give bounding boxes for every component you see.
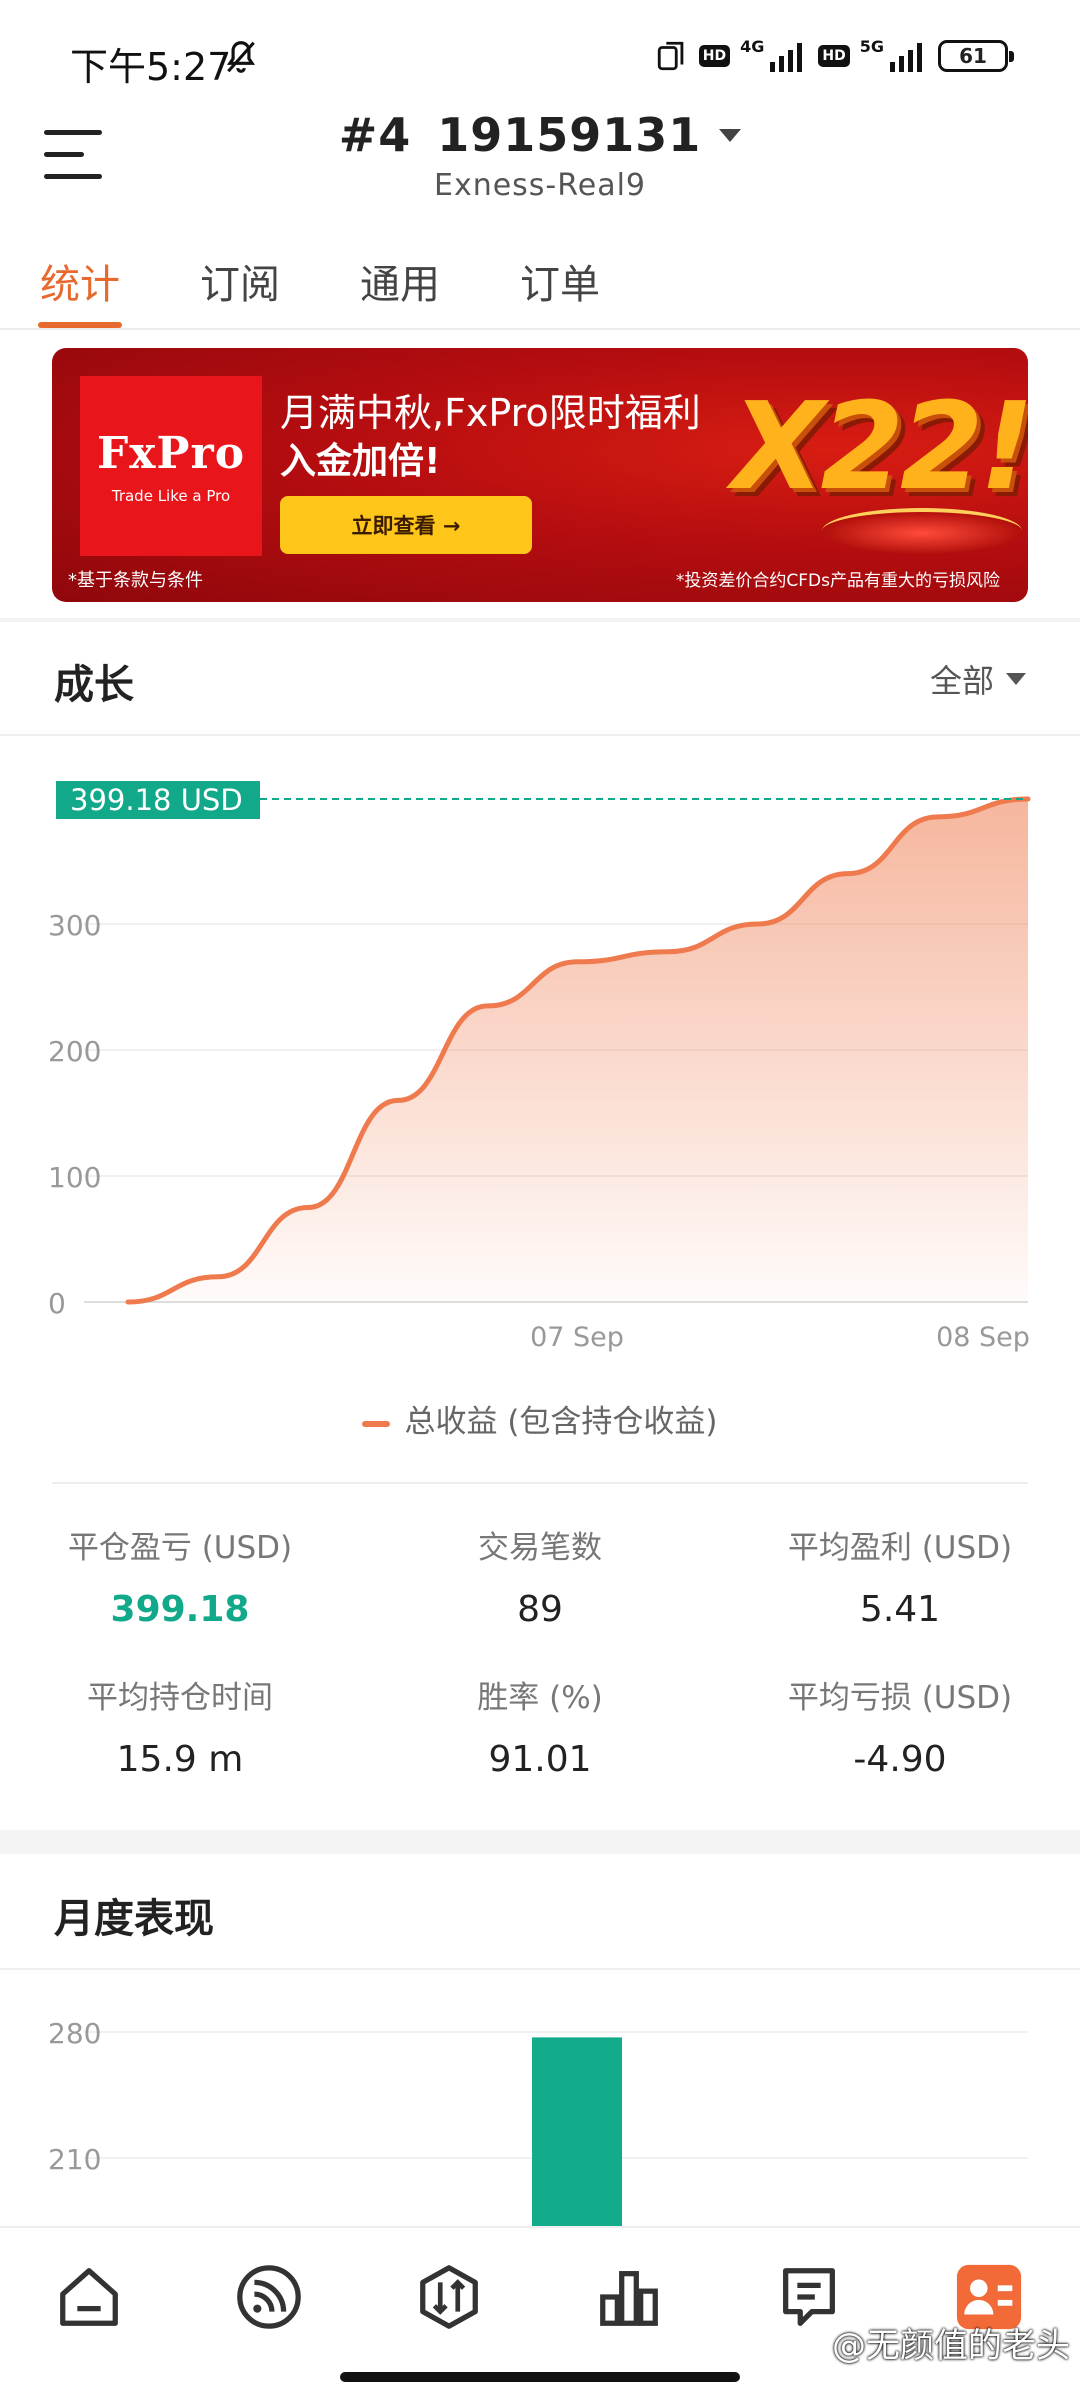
status-time: 下午5:27: [70, 45, 232, 89]
tab-subscribe[interactable]: 订阅: [200, 252, 280, 310]
monthly-bar: [532, 2037, 622, 2226]
stat-closed-pnl: 平仓盈亏 (USD) 399.18: [0, 1522, 360, 1630]
promo-cta-button[interactable]: 立即查看 →: [280, 496, 532, 554]
promo-risk-warning: *投资差价合约CFDs产品有重大的亏损风险: [675, 571, 1000, 591]
tab-bar: 统计 订阅 通用 订单: [0, 240, 1080, 330]
tab-orders[interactable]: 订单: [520, 252, 600, 310]
monthly-chart: 210 280: [48, 2017, 1028, 2226]
active-tab-indicator: [38, 322, 122, 328]
stat-label: 平均亏损 (USD): [787, 1680, 1013, 1716]
legend-label: 总收益 (包含持仓收益): [404, 1404, 718, 1440]
stat-win-rate: 胜率 (%) 91.01: [360, 1672, 720, 1780]
battery-level: 61: [959, 44, 987, 68]
chart-icon[interactable]: [594, 2262, 664, 2332]
watermark: @无颜值的老头: [832, 2326, 1070, 2366]
home-icon[interactable]: [54, 2262, 124, 2332]
stat-value: 399.18: [110, 1589, 250, 1630]
signal-bars-icon-2: [890, 43, 922, 72]
stat-value: -4.90: [853, 1739, 947, 1780]
stat-avg-profit: 平均盈利 (USD) 5.41: [720, 1522, 1080, 1630]
promo-big-text: X22!: [732, 378, 1028, 517]
stat-trades: 交易笔数 89: [360, 1522, 720, 1630]
trade-icon[interactable]: [414, 2262, 484, 2332]
period-filter[interactable]: 全部: [930, 656, 1026, 702]
growth-title: 成长: [54, 662, 134, 708]
y-tick-label: 0: [48, 1287, 66, 1320]
stat-value: 89: [517, 1589, 563, 1630]
y-tick-label: 200: [48, 1035, 101, 1068]
signal-bars-icon: [770, 43, 803, 72]
bell-muted-icon: [226, 41, 256, 73]
y-tick-label: 280: [48, 2017, 101, 2050]
nfc-icon: [657, 41, 684, 71]
promo-headline: 月满中秋,FxPro限时福利: [280, 391, 701, 435]
stat-avg-holding-time: 平均持仓时间 15.9 m: [0, 1672, 360, 1780]
account-id: 19159131: [437, 108, 702, 162]
status-bar: 下午5:27 HD 4G HD 5G 61: [0, 0, 1080, 110]
y-tick-label: 210: [48, 2143, 101, 2176]
stat-label: 平均持仓时间: [87, 1680, 273, 1716]
stat-avg-loss: 平均亏损 (USD) -4.90: [720, 1672, 1080, 1780]
hd-badge-2: HD: [818, 45, 850, 67]
stat-label: 平均盈利 (USD): [787, 1530, 1013, 1566]
x-tick-label: 08 Sep: [936, 1322, 1030, 1353]
promo-banner[interactable]: FxPro Trade Like a Pro 月满中秋,FxPro限时福利 入金…: [52, 348, 1028, 602]
y-tick-label: 300: [48, 909, 101, 942]
fxpro-logo-text: FxPro: [96, 428, 246, 479]
status-icons: HD 4G HD 5G 61: [655, 34, 1014, 78]
server-name: Exness-Real9: [433, 168, 647, 203]
fxpro-tagline: Trade Like a Pro: [111, 487, 231, 505]
account-selector[interactable]: #4 19159131 Exness-Real9: [0, 108, 1080, 203]
legend-divider: [52, 1482, 1028, 1484]
fxpro-logo: FxPro Trade Like a Pro: [80, 376, 262, 556]
section-divider: [0, 1830, 1080, 1854]
hd-badge: HD: [698, 45, 731, 67]
stat-label: 胜率 (%): [477, 1680, 603, 1716]
tab-general[interactable]: 通用: [360, 252, 440, 310]
section-divider: [0, 618, 1080, 622]
x-tick-label: 07 Sep: [530, 1322, 624, 1353]
net-4g-label: 4G: [740, 36, 765, 56]
y-tick-label: 100: [48, 1161, 101, 1194]
stat-label: 平仓盈亏 (USD): [67, 1530, 293, 1566]
growth-legend: 总收益 (包含持仓收益): [0, 1396, 1080, 1441]
period-filter-label: 全部: [929, 662, 994, 700]
chevron-down-icon: [1006, 673, 1026, 685]
promo-terms: *基于条款与条件: [68, 570, 203, 591]
growth-header-divider: [0, 734, 1080, 736]
legend-swatch: [362, 1420, 391, 1427]
stat-value: 15.9 m: [116, 1739, 244, 1780]
current-value-label: 399.18 USD: [70, 783, 243, 817]
account-number: #4: [338, 108, 412, 162]
stat-value: 5.41: [859, 1589, 941, 1630]
tab-statistics[interactable]: 统计: [40, 252, 120, 310]
signal-icon[interactable]: [234, 2262, 304, 2332]
growth-chart: 0 100 200 300 399.18 USD 07 Sep 08 Sep: [48, 781, 1031, 1353]
net-5g-label: 5G: [859, 36, 884, 56]
stat-value: 91.01: [488, 1739, 592, 1780]
battery-icon: 61: [938, 40, 1014, 72]
chevron-down-icon: [719, 128, 742, 142]
gesture-home-bar[interactable]: [340, 2372, 740, 2382]
promo-subheadline: 入金加倍!: [280, 441, 441, 482]
stat-label: 交易笔数: [478, 1530, 602, 1566]
monthly-title: 月度表现: [54, 1896, 214, 1942]
